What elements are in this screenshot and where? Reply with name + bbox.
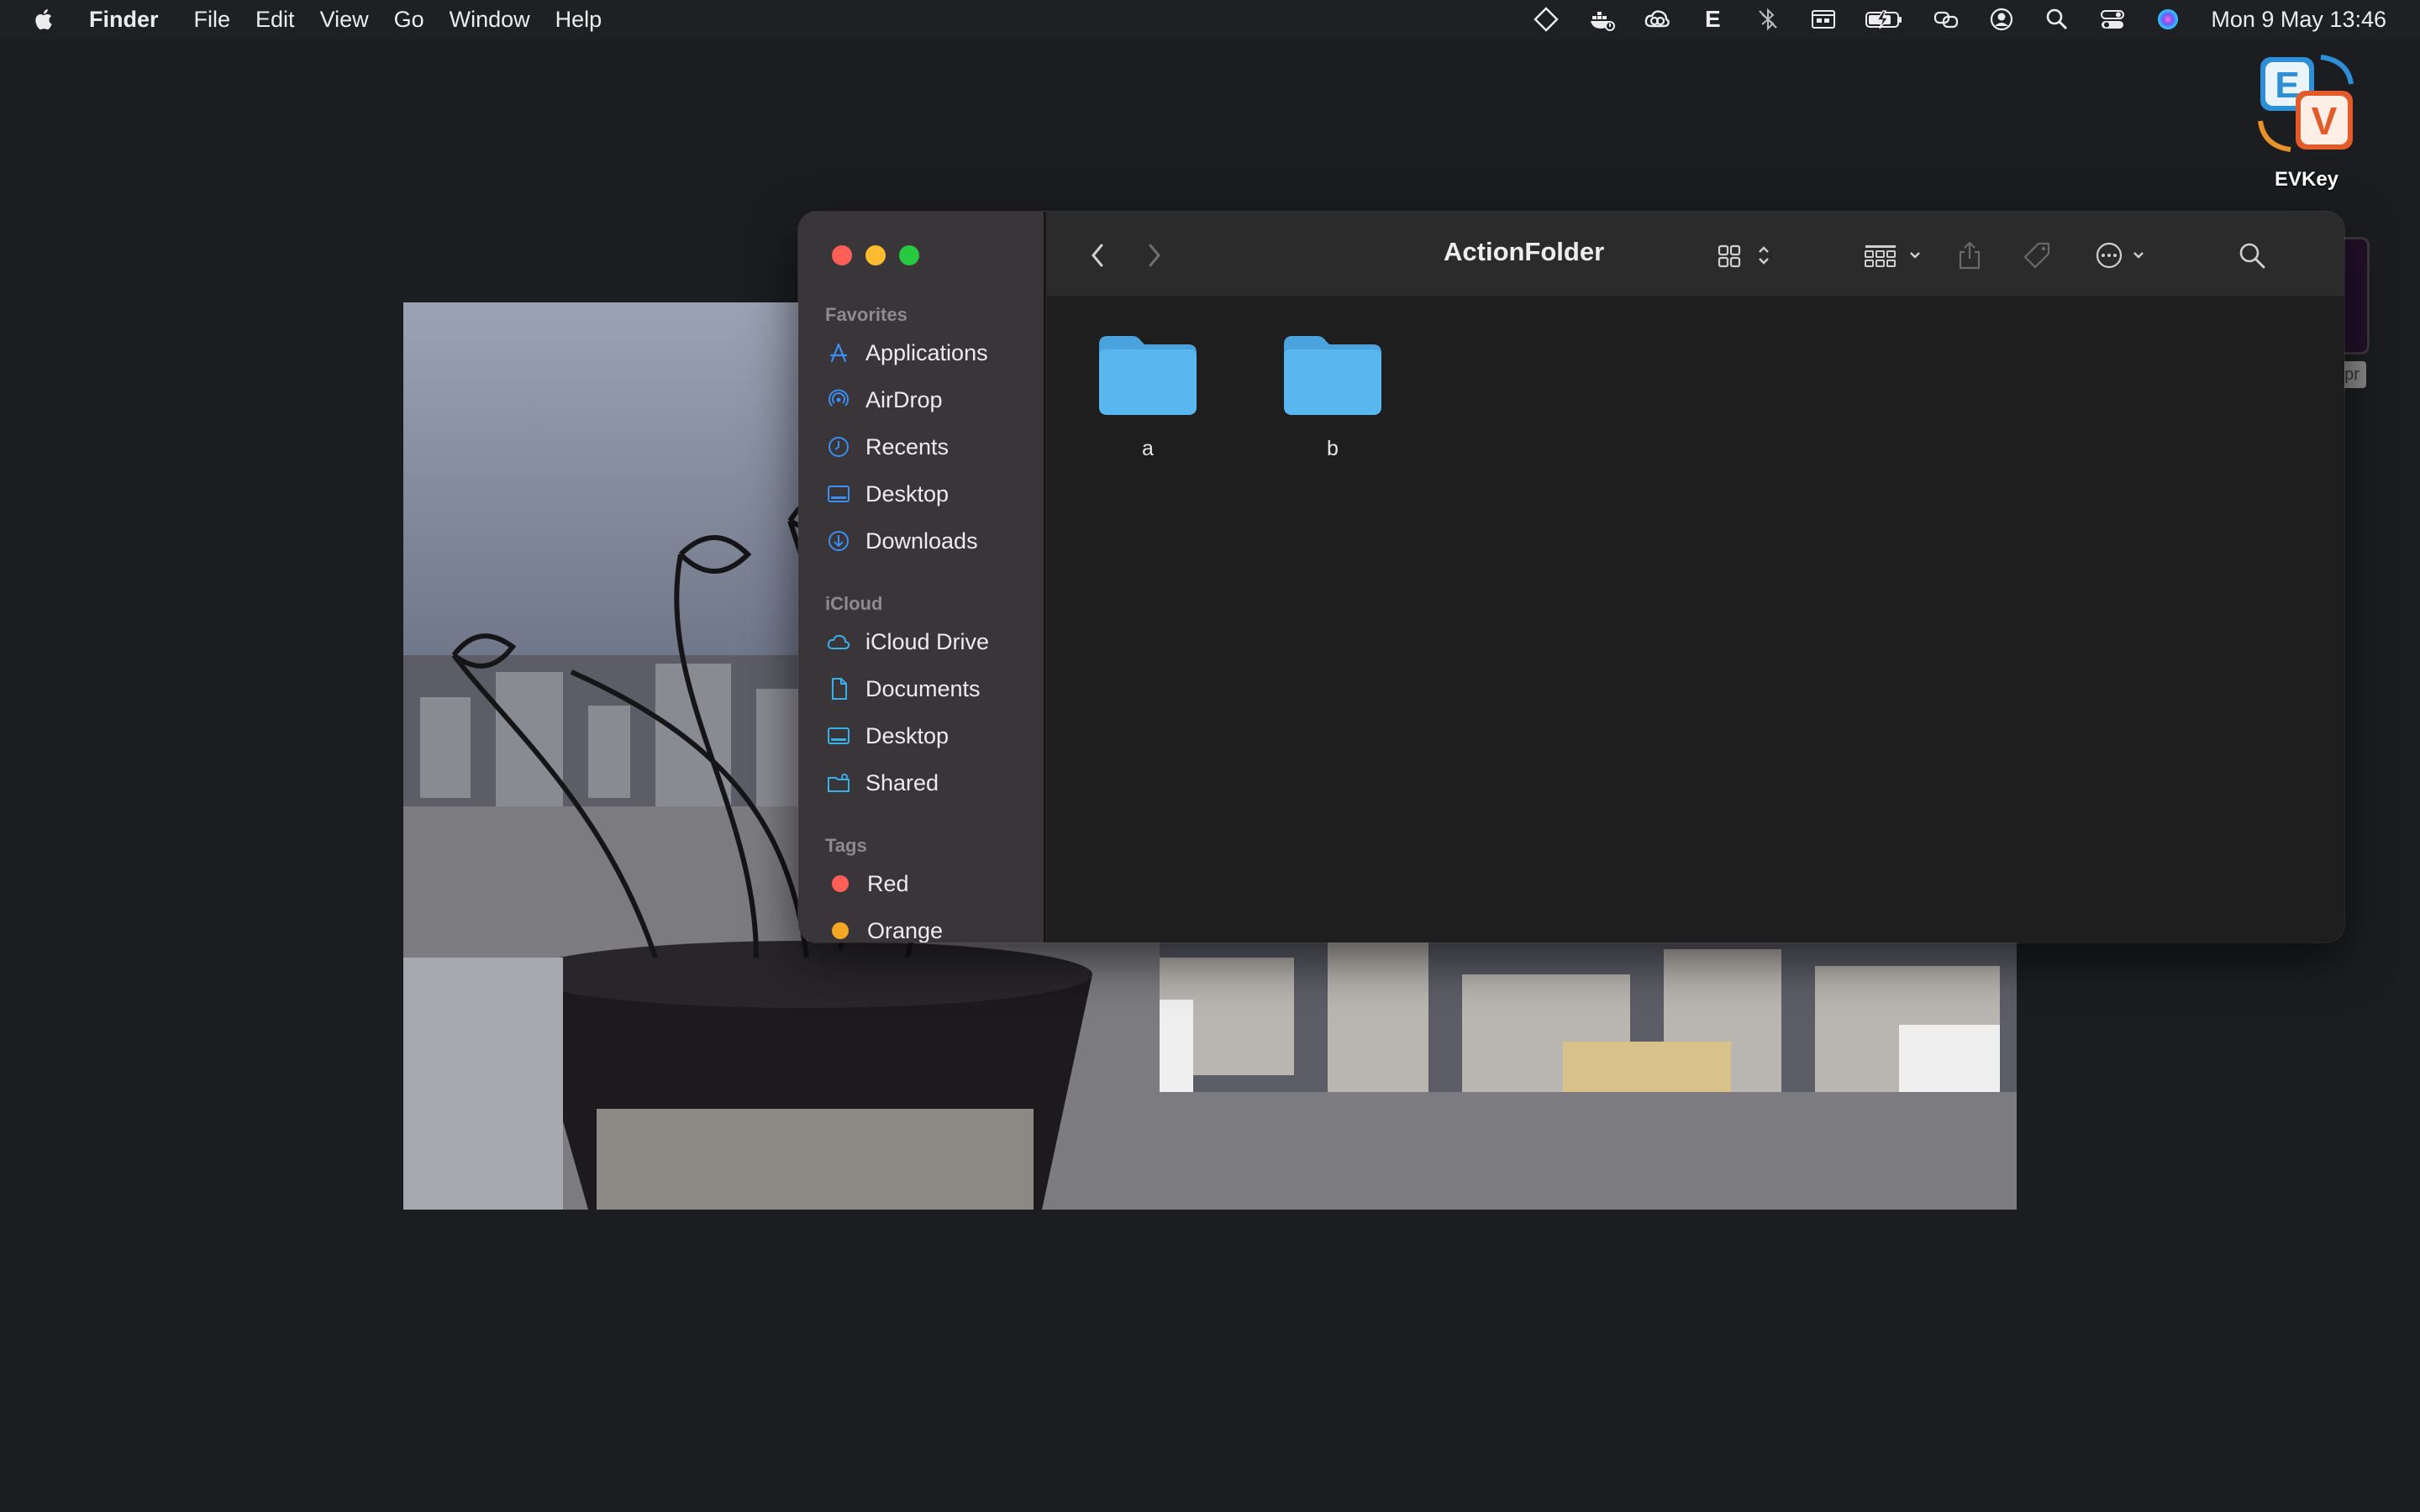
desktop-icon [825, 480, 852, 507]
sidebar-item-shared[interactable]: Shared [825, 764, 1035, 801]
bluetooth-icon[interactable] [1754, 5, 1782, 34]
sidebar-item-label: Downloads [865, 528, 978, 554]
menu-edit[interactable]: Edit [255, 7, 295, 33]
search-button[interactable] [2237, 237, 2267, 274]
back-button[interactable] [1087, 237, 1107, 274]
menu-help[interactable]: Help [555, 7, 602, 33]
sidebar-item-label: Recents [865, 433, 950, 459]
e-icon[interactable]: E [1698, 5, 1727, 34]
menu-finder[interactable]: Finder [89, 7, 159, 33]
sidebar-item-airdrop[interactable]: AirDrop [825, 381, 1035, 418]
evkey-label: EVKey [2274, 168, 2339, 191]
cloud-icon [825, 628, 852, 655]
evkey-app-icon: E V [2258, 55, 2354, 152]
sidebar-item-icloud-drive[interactable]: iCloud Drive [825, 623, 1035, 660]
sidebar-item-label: iCloud Drive [865, 628, 990, 654]
creative-cloud-icon[interactable] [1643, 5, 1671, 34]
chevron-left-icon [1092, 244, 1103, 267]
sidebar-item-label: Desktop [865, 722, 950, 748]
sidebar-item-tag-red[interactable]: Red [825, 865, 1035, 902]
sidebar-item-tag-orange[interactable]: Orange [825, 912, 1035, 942]
finder-window: Favorites Applications AirDrop Recents D… [798, 212, 2344, 942]
sidebar-section-icloud: iCloud [825, 593, 883, 614]
search-icon [2239, 243, 2265, 269]
airdrop-icon [825, 386, 852, 413]
group-button[interactable] [1864, 237, 1931, 274]
sidebar-item-recents[interactable]: Recents [825, 428, 1035, 465]
sidebar-item-label: Documents [865, 675, 981, 701]
menu-window[interactable]: Window [450, 7, 530, 33]
icon-view-icon [1718, 244, 1769, 268]
siri-icon[interactable] [2154, 5, 2182, 34]
battery-icon[interactable] [1865, 5, 1905, 34]
downloads-icon [825, 528, 852, 554]
screen-mirroring-icon[interactable] [1932, 5, 1960, 34]
status-area: E Mon 9 May 13:46 [1505, 0, 2386, 39]
sidebar-item-label: AirDrop [865, 386, 943, 412]
diamond-icon[interactable] [1532, 5, 1560, 34]
clock-icon [825, 433, 852, 460]
desktop-icon [825, 722, 852, 749]
applications-icon [825, 339, 852, 366]
sidebar-item-applications[interactable]: Applications [825, 334, 1035, 371]
user-icon[interactable] [1987, 5, 2016, 34]
close-button[interactable] [832, 245, 852, 265]
minimize-button[interactable] [865, 245, 886, 265]
sidebar-item-downloads[interactable]: Downloads [825, 522, 1035, 559]
sidebar-section-favorites: Favorites [825, 304, 908, 325]
share-button[interactable] [1956, 237, 1983, 274]
folder-name: b [1327, 437, 1339, 460]
tag-icon [2023, 242, 2050, 269]
chevron-right-icon [1149, 244, 1160, 267]
sidebar-item-label: Desktop [865, 480, 950, 507]
folder-item[interactable]: a [1072, 329, 1223, 461]
menu-bar: Finder File Edit View Go Window Help E M… [0, 0, 2420, 39]
docker-icon[interactable] [1587, 5, 1616, 34]
ellipsis-circle-icon [2096, 242, 2144, 269]
window-controls [832, 245, 933, 265]
folder-icon [1099, 336, 1197, 415]
sidebar-section-tags: Tags [825, 835, 867, 856]
tag-button[interactable] [2022, 237, 2052, 274]
sidebar-item-label: Orange [867, 917, 944, 943]
sidebar-item-documents[interactable]: Documents [825, 670, 1035, 707]
document-icon [825, 675, 852, 702]
menu-view[interactable]: View [320, 7, 369, 33]
sidebar-item-label: Red [867, 870, 909, 896]
sidebar-item-label: Shared [865, 769, 939, 795]
menu-file[interactable]: File [194, 7, 231, 33]
window-title: ActionFolder [1444, 237, 1605, 266]
group-icon [1865, 245, 1920, 267]
finder-content: a b [1047, 296, 2344, 942]
sidebar-item-desktop[interactable]: Desktop [825, 475, 1035, 512]
folder-name: a [1142, 437, 1154, 460]
sidebar-item-label: Applications [865, 339, 988, 365]
view-mode-button[interactable] [1716, 237, 1783, 274]
apple-menu-icon[interactable] [32, 7, 57, 32]
keyboard-icon[interactable] [1809, 5, 1838, 34]
orange-tag-dot [832, 922, 849, 939]
more-actions-button[interactable] [2094, 237, 2153, 274]
share-icon [1959, 241, 1981, 270]
evkey-desktop-icon[interactable]: E V EVKey [2248, 52, 2365, 192]
red-tag-dot [832, 875, 849, 892]
menubar-clock[interactable]: Mon 9 May 13:46 [2211, 7, 2386, 33]
finder-toolbar: ActionFolder [1047, 212, 2344, 296]
menu-go[interactable]: Go [394, 7, 424, 33]
folder-icon [1284, 336, 1381, 415]
finder-sidebar: Favorites Applications AirDrop Recents D… [798, 212, 1045, 942]
control-center-icon[interactable] [2098, 5, 2127, 34]
zoom-button[interactable] [899, 245, 919, 265]
svg-text:V: V [2312, 99, 2338, 143]
forward-button[interactable] [1144, 237, 1165, 274]
folder-item[interactable]: b [1257, 329, 1408, 461]
spotlight-icon[interactable] [2043, 5, 2071, 34]
shared-folder-icon [825, 769, 852, 796]
sidebar-item-icloud-desktop[interactable]: Desktop [825, 717, 1035, 754]
